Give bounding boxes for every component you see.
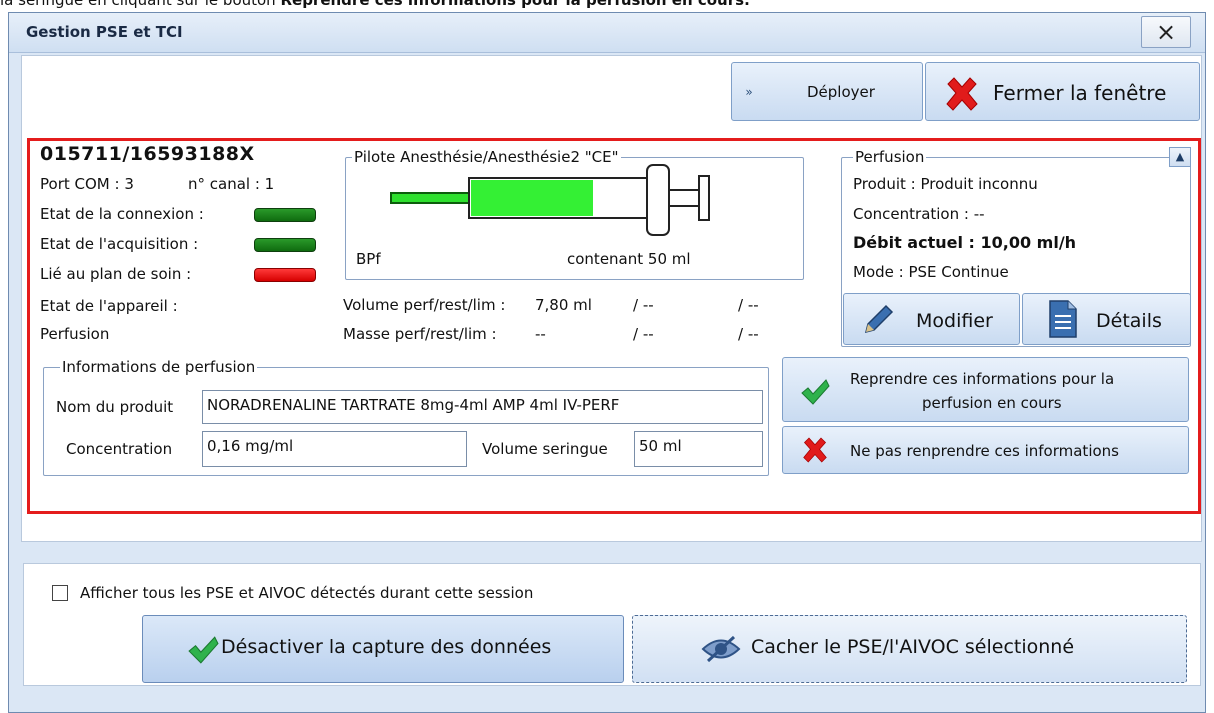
concentration-label: Concentration [66, 440, 173, 458]
concentration-info: Concentration : -- [853, 205, 985, 223]
collapse-chevron-button[interactable]: ▲ [1169, 147, 1191, 167]
drug-code: BPf [356, 250, 381, 268]
etat-connexion-label: Etat de la connexion : [40, 205, 204, 223]
plan-status-indicator [254, 268, 316, 282]
mode-info: Mode : PSE Continue [853, 263, 1009, 281]
masse-rest: / -- [633, 325, 654, 343]
caption-bold: Reprendre ces informations pour la perfu… [280, 0, 750, 9]
desactiver-label: Désactiver la capture des données [221, 636, 552, 658]
syringe-contenant: contenant 50 ml [567, 250, 691, 268]
deployer-label: Déployer [807, 83, 875, 101]
green-check-icon [801, 379, 830, 405]
volume-value: 7,80 ml [535, 296, 592, 314]
red-cross-icon [803, 437, 827, 463]
info-perfusion-legend: Informations de perfusion [60, 358, 258, 376]
modifier-label: Modifier [916, 310, 993, 332]
perfusion-legend: Perfusion [853, 148, 927, 166]
ne-pas-reprendre-label: Ne pas renprendre ces informations [850, 442, 1119, 460]
red-cross-icon [946, 77, 978, 111]
volume-seringue-field[interactable]: 50 ml [634, 431, 763, 467]
masse-label: Masse perf/rest/lim : [343, 325, 497, 343]
details-label: Détails [1096, 310, 1162, 332]
eye-hidden-icon [701, 635, 741, 663]
afficher-tous-checkbox[interactable] [52, 585, 68, 601]
etat-appareil-label: Etat de l'appareil : [40, 297, 178, 315]
titlebar [9, 13, 1205, 53]
cacher-label: Cacher le PSE/l'AIVOC sélectionné [751, 636, 1075, 658]
perfusion-label: Perfusion [40, 325, 110, 343]
window-title: Gestion PSE et TCI [26, 23, 183, 41]
etat-acquisition-label: Etat de l'acquisition : [40, 235, 199, 253]
acquisition-status-indicator [254, 238, 316, 252]
document-icon [1049, 300, 1077, 338]
volume-rest: / -- [633, 296, 654, 314]
debit-actuel: Débit actuel : 10,00 ml/h [853, 233, 1077, 252]
caption-prefix: la seringue en cliquant sur le bouton [0, 0, 281, 9]
nom-produit-field[interactable]: NORADRENALINE TARTRATE 8mg-4ml AMP 4ml I… [202, 390, 763, 424]
green-check-icon [188, 636, 219, 664]
syringe-graphic [390, 164, 710, 236]
lie-plan-label: Lié au plan de soin : [40, 265, 192, 283]
volume-seringue-label: Volume seringue [482, 440, 608, 458]
syringe-fill [471, 180, 593, 216]
masse-lim: / -- [738, 325, 759, 343]
volume-lim: / -- [738, 296, 759, 314]
concentration-field[interactable]: 0,16 mg/ml [202, 431, 467, 467]
reprendre-informations-button[interactable] [782, 357, 1189, 422]
fermer-label: Fermer la fenêtre [993, 81, 1167, 105]
pencil-icon [864, 304, 894, 334]
expand-chevron-icon: » [745, 85, 753, 99]
window-close-button[interactable]: × [1141, 16, 1191, 48]
volume-label: Volume perf/rest/lim : [343, 296, 506, 314]
produit-info: Produit : Produit inconnu [853, 175, 1038, 193]
nom-produit-label: Nom du produit [56, 398, 174, 416]
masse-value: -- [535, 325, 546, 343]
pump-id: 015711/16593188X [40, 143, 255, 165]
reprendre-label-line2: perfusion en cours [922, 394, 1062, 412]
afficher-tous-label: Afficher tous les PSE et AIVOC détectés … [80, 584, 534, 602]
reprendre-label-line1: Reprendre ces informations pour la [850, 370, 1115, 388]
canal-number: n° canal : 1 [188, 175, 275, 193]
connexion-status-indicator [254, 208, 316, 222]
instruction-caption: la seringue en cliquant sur le bouton Re… [0, 0, 750, 9]
port-com: Port COM : 3 [40, 175, 134, 193]
